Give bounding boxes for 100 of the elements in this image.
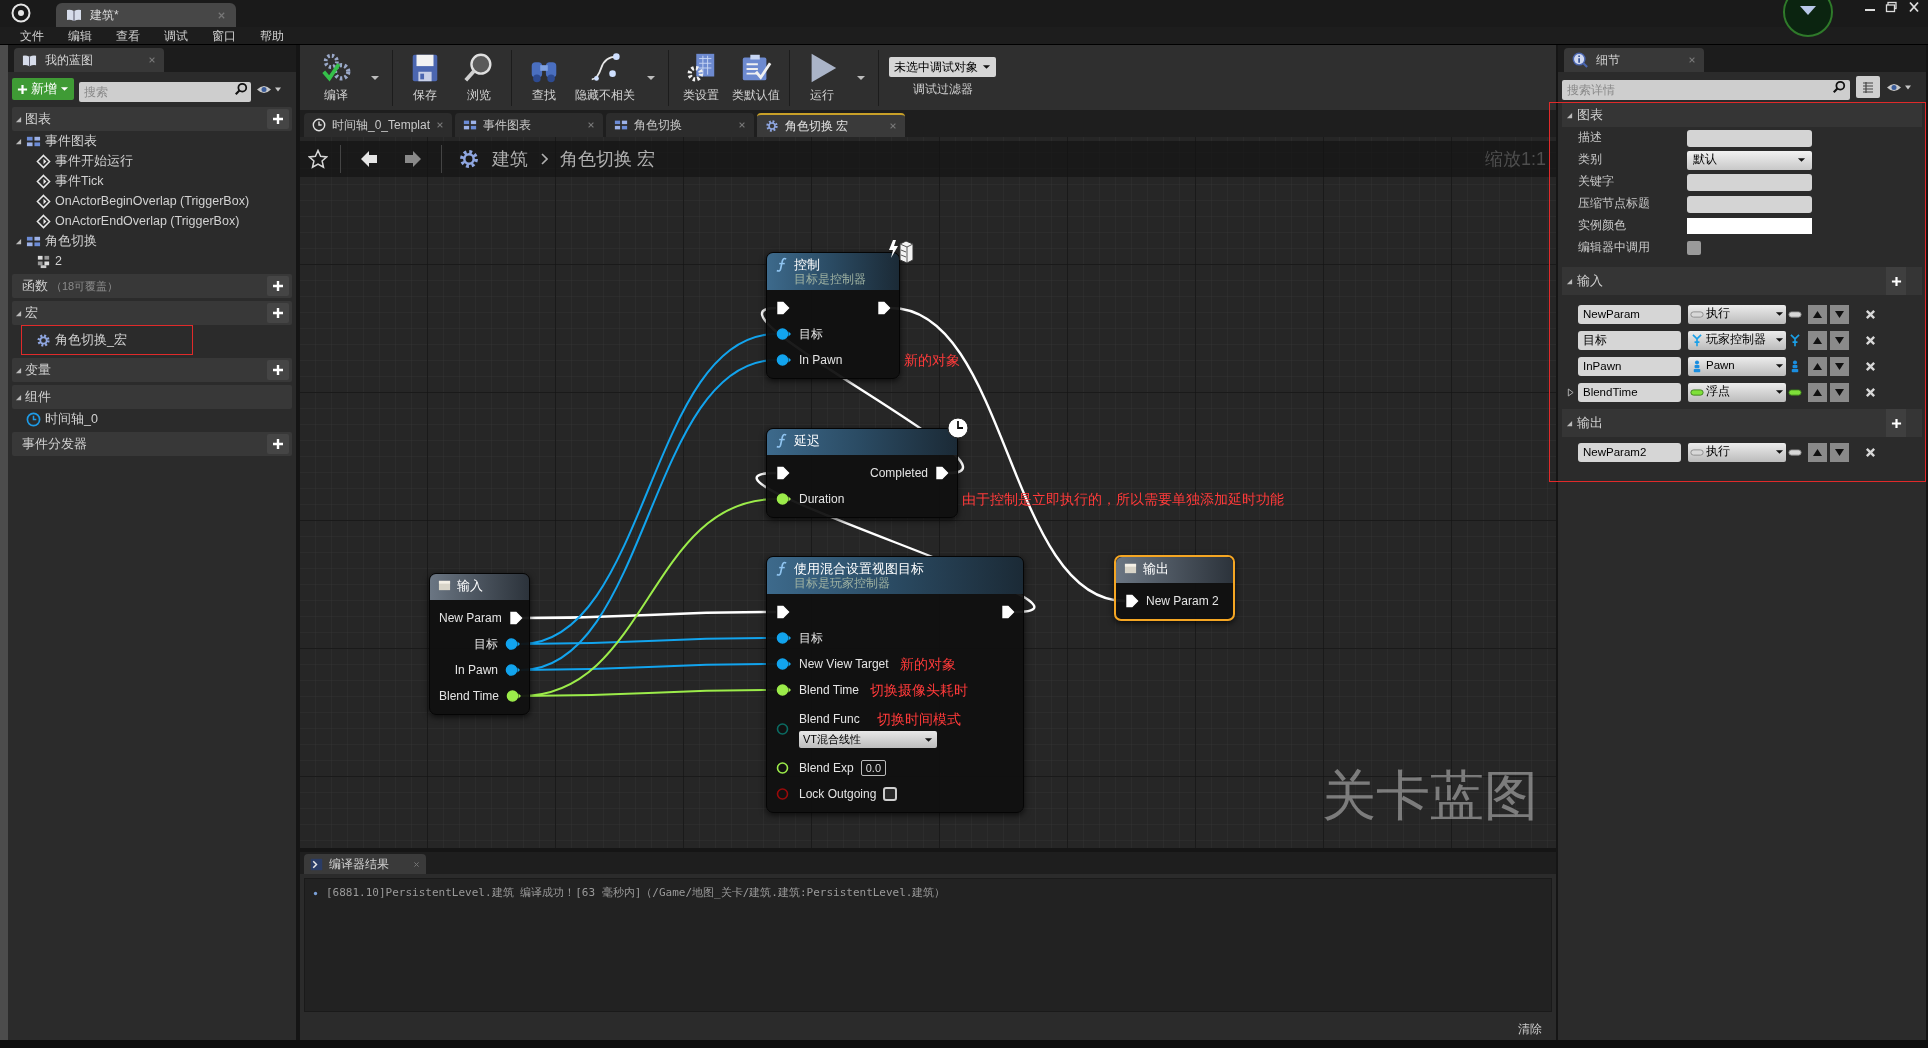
tree-item[interactable]: 角色切换 xyxy=(12,231,292,251)
dropdown-arrow-icon[interactable] xyxy=(370,74,380,81)
remove-button[interactable] xyxy=(1863,445,1877,459)
toolbar-button[interactable]: 隐藏不相关 xyxy=(572,49,638,106)
exec-pin[interactable] xyxy=(508,611,523,625)
star-icon[interactable] xyxy=(308,149,328,169)
section-header[interactable]: 事件分发器 xyxy=(12,432,292,456)
expand-arrow-icon[interactable] xyxy=(1566,111,1573,119)
menu-item[interactable]: 文件 xyxy=(20,26,44,45)
section-header[interactable]: 变量 xyxy=(12,358,292,382)
panel-tab[interactable]: 细节 xyxy=(1564,48,1704,72)
tree-item[interactable]: OnActorEndOverlap (TriggerBox) xyxy=(12,211,292,231)
tree-item[interactable]: 角色切换_宏 xyxy=(22,326,192,354)
section-header[interactable]: 宏 xyxy=(12,301,292,325)
document-tab[interactable]: 事件图表 xyxy=(455,113,603,137)
param-name-field[interactable]: NewParam2 xyxy=(1578,442,1681,462)
menu-item[interactable]: 帮助 xyxy=(260,26,284,45)
exec-pin[interactable] xyxy=(1001,605,1015,619)
macro-io-node[interactable]: 输入 New Param 目标 In Pawn Blend Time xyxy=(429,573,530,715)
back-arrow-icon[interactable] xyxy=(359,149,379,169)
text-field[interactable] xyxy=(1687,129,1812,147)
param-name-field[interactable]: InPawn xyxy=(1578,356,1681,376)
dropdown[interactable]: 默认 xyxy=(1687,150,1812,170)
section-header[interactable]: 组件 xyxy=(12,385,292,409)
move-up-button[interactable] xyxy=(1808,330,1827,350)
data-pin[interactable] xyxy=(776,631,792,645)
category-header[interactable]: 输入 xyxy=(1562,267,1922,295)
toolbar-button[interactable]: 运行 xyxy=(796,49,848,106)
expand-arrow-icon[interactable] xyxy=(1566,419,1573,427)
menu-item[interactable]: 窗口 xyxy=(212,26,236,45)
type-dropdown[interactable]: 浮点 xyxy=(1688,382,1786,402)
menu-item[interactable]: 查看 xyxy=(116,26,140,45)
document-tab[interactable]: 角色切换 宏 xyxy=(757,113,905,137)
function-node[interactable]: 控制 目标是控制器 目标 In Pawn xyxy=(766,252,900,379)
checkbox[interactable] xyxy=(883,787,898,801)
restore-icon[interactable] xyxy=(1884,1,1900,13)
tree-item[interactable]: OnActorBeginOverlap (TriggerBox) xyxy=(12,191,292,211)
move-down-button[interactable] xyxy=(1830,442,1849,462)
expand-arrow-icon[interactable] xyxy=(15,137,22,145)
tree-item[interactable]: 事件图表 xyxy=(12,131,292,151)
tree-item[interactable]: 事件Tick xyxy=(12,171,292,191)
data-pin[interactable] xyxy=(776,657,792,671)
param-name-field[interactable]: 目标 xyxy=(1578,330,1681,350)
dropdown-arrow-icon[interactable] xyxy=(646,74,656,81)
expand-arrow-icon[interactable] xyxy=(1566,387,1574,397)
section-header[interactable]: 图表 xyxy=(12,107,292,131)
expand-arrow-icon[interactable] xyxy=(15,366,22,374)
menu-item[interactable]: 编辑 xyxy=(68,26,92,45)
view-options-button[interactable] xyxy=(1856,76,1880,98)
type-dropdown[interactable]: 执行 xyxy=(1688,442,1786,462)
data-pin[interactable] xyxy=(776,683,792,697)
breadcrumb-item[interactable]: 建筑 xyxy=(492,145,528,173)
tree-item[interactable]: 2 xyxy=(12,251,292,271)
move-up-button[interactable] xyxy=(1808,304,1827,324)
checkbox[interactable] xyxy=(1687,241,1701,255)
category-header[interactable]: 图表 xyxy=(1562,103,1922,127)
toolbar-button[interactable]: 保存 xyxy=(399,49,451,106)
menu-item[interactable]: 调试 xyxy=(164,26,188,45)
remove-button[interactable] xyxy=(1863,333,1877,347)
document-tab[interactable]: 建筑* xyxy=(56,3,236,27)
exec-pin[interactable] xyxy=(776,466,790,480)
add-button[interactable] xyxy=(267,109,289,129)
dropdown-arrow-icon[interactable] xyxy=(856,74,866,81)
color-swatch[interactable] xyxy=(1687,218,1812,234)
macro-io-node[interactable]: 输出 New Param 2 xyxy=(1114,555,1235,621)
text-field[interactable] xyxy=(1687,173,1812,191)
expand-arrow-icon[interactable] xyxy=(15,393,22,401)
add-button[interactable] xyxy=(1886,409,1906,437)
toolbar-button[interactable]: 编译 xyxy=(310,49,362,106)
toolbar-button[interactable]: 查找 xyxy=(518,49,570,106)
param-name-field[interactable]: NewParam xyxy=(1578,304,1681,324)
expand-arrow-icon[interactable] xyxy=(15,309,22,317)
data-pin[interactable] xyxy=(776,327,792,341)
function-node[interactable]: 延迟 Completed Duration xyxy=(766,428,958,518)
text-field[interactable] xyxy=(1687,195,1812,213)
data-pin[interactable] xyxy=(506,689,523,703)
panel-tab[interactable]: 我的蓝图 xyxy=(14,48,164,72)
data-pin[interactable] xyxy=(776,492,792,506)
add-button[interactable] xyxy=(1886,267,1906,295)
data-pin[interactable] xyxy=(505,663,521,677)
add-button[interactable] xyxy=(267,303,289,323)
add-button[interactable] xyxy=(267,360,289,380)
panel-tab[interactable]: 编译器结果 xyxy=(304,854,426,874)
move-up-button[interactable] xyxy=(1808,356,1827,376)
toolbar-button[interactable]: 类默认值 xyxy=(729,49,783,106)
tree-item[interactable]: 时间轴_0 xyxy=(12,409,292,429)
exec-pin[interactable] xyxy=(776,301,790,315)
breadcrumb-item[interactable]: 角色切换 宏 xyxy=(560,145,655,173)
add-new-button[interactable]: 新增 xyxy=(12,78,74,100)
type-dropdown[interactable]: Pawn xyxy=(1688,356,1786,376)
category-header[interactable]: 输出 xyxy=(1562,409,1922,437)
move-up-button[interactable] xyxy=(1808,382,1827,402)
exec-pin[interactable] xyxy=(1125,594,1139,608)
expand-arrow-icon[interactable] xyxy=(1566,277,1573,285)
data-pin[interactable] xyxy=(505,637,521,651)
param-name-field[interactable]: BlendTime xyxy=(1578,382,1681,402)
document-tab[interactable]: 角色切换 xyxy=(606,113,754,137)
expand-arrow-icon[interactable] xyxy=(15,115,22,123)
toolbar-button[interactable]: 类设置 xyxy=(675,49,727,106)
remove-button[interactable] xyxy=(1863,307,1877,321)
